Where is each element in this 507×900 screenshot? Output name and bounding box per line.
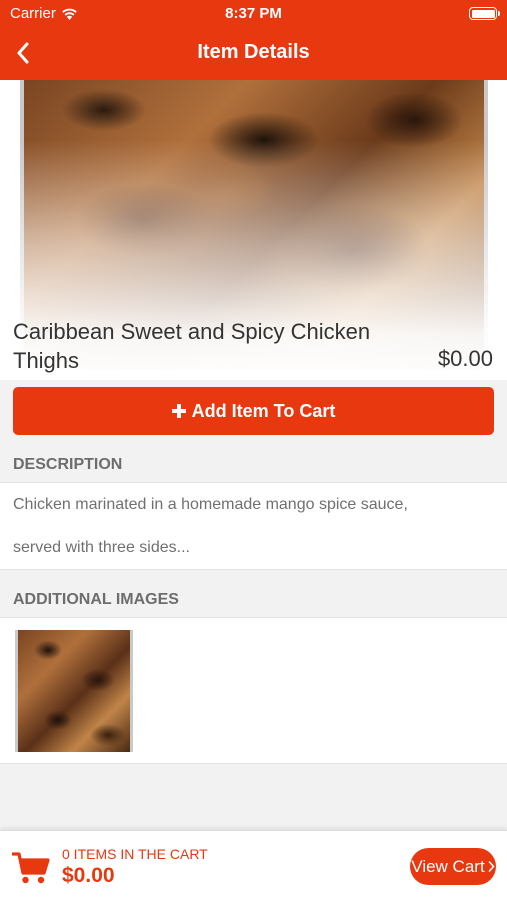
description-line-2: served with three sides... — [13, 539, 190, 556]
cart-total: $0.00 — [62, 864, 115, 887]
description-box: Chicken marinated in a homemade mango sp… — [0, 482, 507, 570]
nav-bar: Item Details — [0, 28, 507, 80]
additional-images-header: ADDITIONAL IMAGES — [0, 582, 507, 618]
description-header: DESCRIPTION — [0, 447, 507, 483]
item-hero: Caribbean Sweet and Spicy Chicken Thighs… — [0, 80, 507, 380]
view-cart-label: View Cart — [411, 856, 485, 876]
item-price: $0.00 — [437, 346, 493, 371]
description-line-1: Chicken marinated in a homemade mango sp… — [13, 496, 408, 513]
additional-image-thumbnail[interactable] — [15, 630, 133, 752]
status-time: 8:37 PM — [225, 5, 282, 22]
cart-item-count: 0 ITEMS IN THE CART — [62, 846, 208, 862]
additional-images-list — [0, 617, 507, 764]
item-name: Caribbean Sweet and Spicy Chicken Thighs — [13, 319, 371, 373]
add-to-cart-label: Add Item To Cart — [191, 400, 336, 421]
plus-icon — [171, 404, 186, 418]
chevron-right-icon — [488, 861, 495, 872]
view-cart-button[interactable]: View Cart — [410, 848, 496, 885]
page-title: Item Details — [197, 41, 310, 63]
status-bar: Carrier 8:37 PM — [0, 0, 507, 28]
add-to-cart-button[interactable]: Add Item To Cart — [13, 387, 494, 435]
cart-bar: 0 ITEMS IN THE CART $0.00 View Cart — [0, 830, 507, 900]
battery-icon — [469, 7, 500, 20]
shopping-cart-icon — [12, 852, 50, 884]
